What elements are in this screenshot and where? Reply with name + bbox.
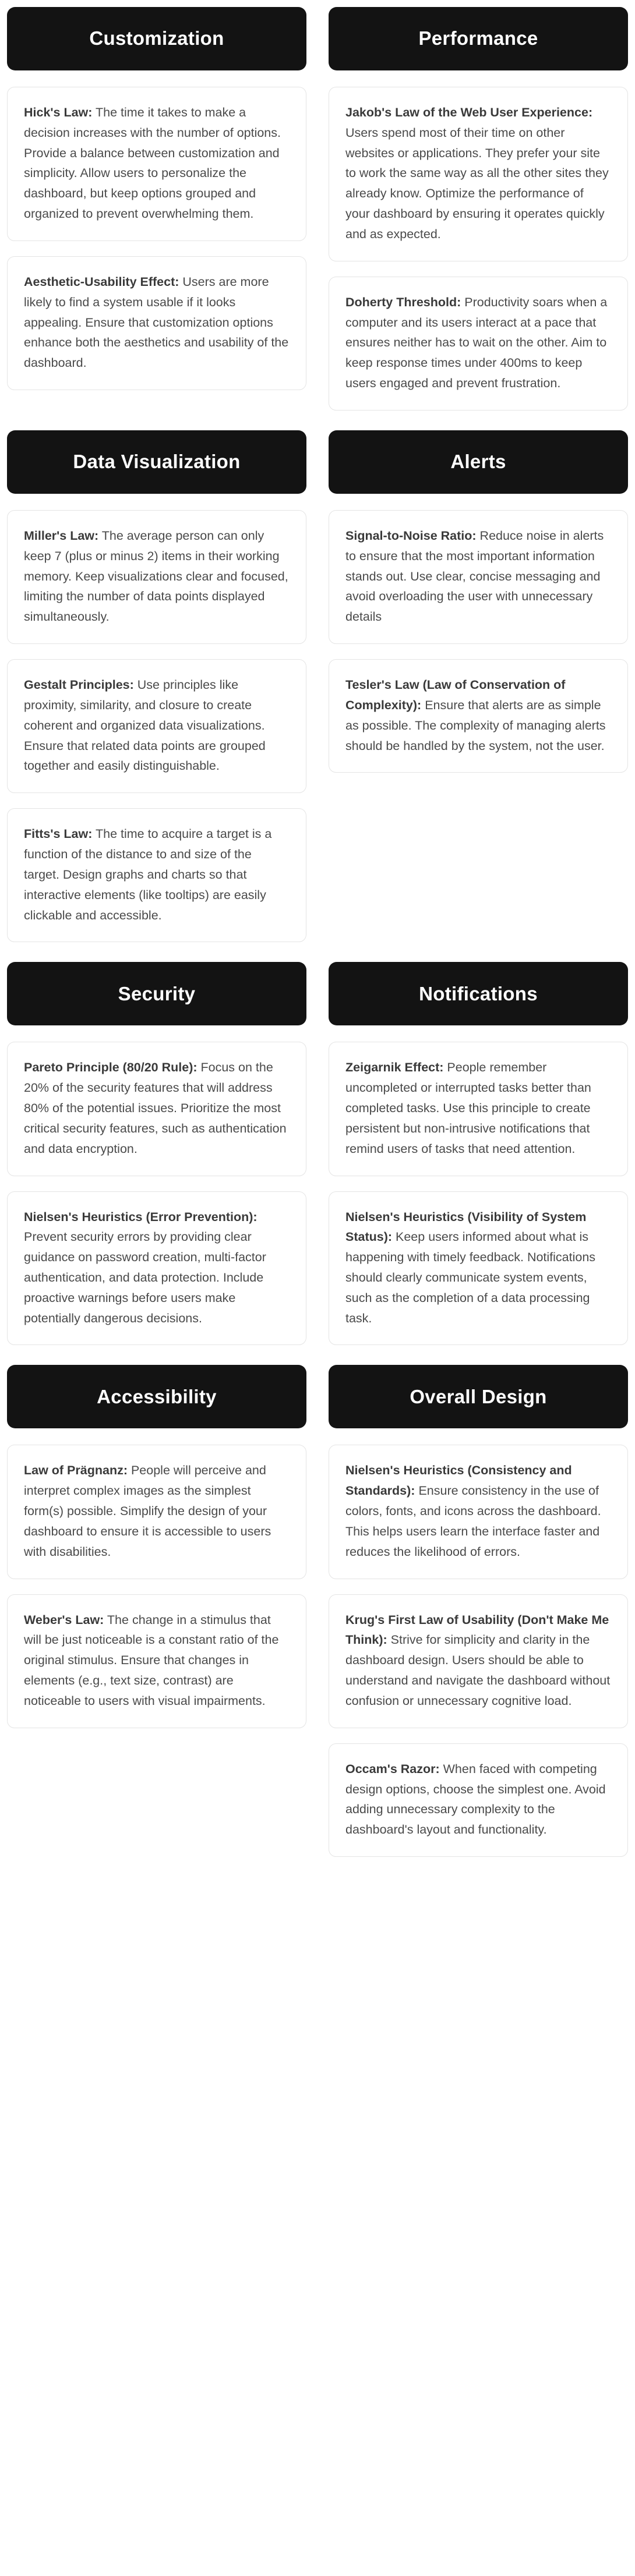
- law-card-text: Krug's First Law of Usability (Don't Mak…: [345, 1610, 611, 1711]
- law-card[interactable]: Jakob's Law of the Web User Experience: …: [329, 87, 628, 261]
- category-header[interactable]: Security: [7, 962, 306, 1026]
- law-description: Prevent security errors by providing cle…: [24, 1230, 266, 1325]
- law-card[interactable]: Gestalt Principles: Use principles like …: [7, 659, 306, 794]
- law-card-text: Law of Prägnanz: People will perceive an…: [24, 1460, 290, 1562]
- law-name: Occam's Razor:: [345, 1761, 440, 1776]
- section: Security Pareto Principle (80/20 Rule): F…: [7, 962, 628, 1346]
- category-header[interactable]: Alerts: [329, 430, 628, 494]
- law-description: Productivity soars when a computer and i…: [345, 295, 608, 391]
- law-card[interactable]: Weber's Law: The change in a stimulus th…: [7, 1594, 306, 1728]
- law-description: People will perceive and interpret compl…: [24, 1463, 271, 1559]
- law-name: Weber's Law:: [24, 1612, 104, 1627]
- law-description: The time it takes to make a decision inc…: [24, 105, 281, 221]
- category-column: Customization Hick's Law: The time it tak…: [7, 7, 306, 391]
- law-card[interactable]: Occam's Razor: When faced with competing…: [329, 1743, 628, 1857]
- section: Data Visualization Miller's Law: The aver…: [7, 430, 628, 943]
- category-header[interactable]: Notifications: [329, 962, 628, 1026]
- law-description: The change in a stimulus that will be ju…: [24, 1612, 279, 1708]
- law-name: Fitts's Law:: [24, 827, 93, 841]
- section: Accessibility Law of Prägnanz: People wil…: [7, 1365, 628, 1857]
- category-header[interactable]: Overall Design: [329, 1365, 628, 1429]
- law-description: Keep users informed about what is happen…: [345, 1230, 596, 1325]
- category-header-title: Performance: [418, 27, 538, 49]
- category-header-title: Notifications: [419, 982, 538, 1004]
- law-card-text: Doherty Threshold: Productivity soars wh…: [345, 292, 611, 394]
- law-name: Zeigarnik Effect:: [345, 1060, 444, 1075]
- law-card[interactable]: Law of Prägnanz: People will perceive an…: [7, 1445, 306, 1579]
- category-header-title: Overall Design: [410, 1385, 547, 1407]
- law-card-text: Nielsen's Heuristics (Visibility of Syst…: [345, 1207, 611, 1329]
- law-name: Aesthetic-Usability Effect:: [24, 274, 179, 289]
- law-card[interactable]: Doherty Threshold: Productivity soars wh…: [329, 276, 628, 411]
- law-name: Nielsen's Heuristics (Error Prevention):: [24, 1209, 257, 1224]
- law-card-text: Miller's Law: The average person can onl…: [24, 526, 290, 627]
- law-card-text: Nielsen's Heuristics (Consistency and St…: [345, 1460, 611, 1562]
- law-card-text: Nielsen's Heuristics (Error Prevention):…: [24, 1207, 290, 1329]
- law-card[interactable]: Signal-to-Noise Ratio: Reduce noise in a…: [329, 509, 628, 645]
- law-card[interactable]: Hick's Law: The time it takes to make a …: [7, 87, 306, 241]
- category-header-title: Accessibility: [97, 1385, 217, 1407]
- law-card[interactable]: Miller's Law: The average person can onl…: [7, 509, 306, 645]
- law-name: Hick's Law:: [24, 105, 93, 119]
- category-header[interactable]: Data Visualization: [7, 430, 306, 494]
- law-card-text: Zeigarnik Effect: People remember uncomp…: [345, 1057, 611, 1159]
- category-column: Overall Design Nielsen's Heuristics (Cons…: [329, 1365, 628, 1857]
- category-header-title: Data Visualization: [73, 451, 241, 473]
- section: Customization Hick's Law: The time it tak…: [7, 7, 628, 411]
- law-card[interactable]: Fitts's Law: The time to acquire a targe…: [7, 808, 306, 943]
- category-column: Performance Jakob's Law of the Web User E…: [329, 7, 628, 411]
- law-description: Reduce noise in alerts to ensure that th…: [345, 528, 604, 624]
- law-name: Miller's Law:: [24, 528, 99, 543]
- category-column: Accessibility Law of Prägnanz: People wil…: [7, 1365, 306, 1728]
- law-card-text: Aesthetic-Usability Effect: Users are mo…: [24, 272, 290, 373]
- law-card-text: Tesler's Law (Law of Conservation of Com…: [345, 675, 611, 756]
- category-header-title: Security: [118, 982, 196, 1004]
- law-card[interactable]: Krug's First Law of Usability (Don't Mak…: [329, 1594, 628, 1728]
- law-card-text: Occam's Razor: When faced with competing…: [345, 1759, 611, 1840]
- category-column: Notifications Zeigarnik Effect: People re…: [329, 962, 628, 1346]
- law-card-text: Signal-to-Noise Ratio: Reduce noise in a…: [345, 526, 611, 627]
- law-card[interactable]: Nielsen's Heuristics (Error Prevention):…: [7, 1191, 306, 1346]
- law-description: Users are more likely to find a system u…: [24, 274, 289, 370]
- law-description: Users spend most of their time on other …: [345, 125, 609, 241]
- law-card-text: Hick's Law: The time it takes to make a …: [24, 102, 290, 224]
- law-card[interactable]: Aesthetic-Usability Effect: Users are mo…: [7, 256, 306, 391]
- law-name: Law of Prägnanz:: [24, 1463, 128, 1478]
- law-card[interactable]: Tesler's Law (Law of Conservation of Com…: [329, 659, 628, 773]
- law-name: Signal-to-Noise Ratio:: [345, 528, 477, 543]
- law-card-text: Gestalt Principles: Use principles like …: [24, 675, 290, 776]
- law-name: Gestalt Principles:: [24, 678, 134, 692]
- category-header-title: Alerts: [450, 451, 506, 473]
- law-description: People remember uncompleted or interrupt…: [345, 1060, 591, 1156]
- category-column: Data Visualization Miller's Law: The aver…: [7, 430, 306, 943]
- law-card-text: Pareto Principle (80/20 Rule): Focus on …: [24, 1057, 290, 1159]
- category-column: Security Pareto Principle (80/20 Rule): F…: [7, 962, 306, 1346]
- law-description: The average person can only keep 7 (plus…: [24, 528, 288, 624]
- category-column: Alerts Signal-to-Noise Ratio: Reduce nois…: [329, 430, 628, 773]
- law-card[interactable]: Nielsen's Heuristics (Consistency and St…: [329, 1445, 628, 1579]
- category-header-title: Customization: [89, 27, 224, 49]
- law-description: Use principles like proximity, similarit…: [24, 678, 266, 773]
- ux-laws-board: Customization Hick's Law: The time it tak…: [0, 0, 635, 1867]
- law-card-text: Fitts's Law: The time to acquire a targe…: [24, 824, 290, 925]
- category-header[interactable]: Performance: [329, 7, 628, 70]
- law-description: The time to acquire a target is a functi…: [24, 827, 272, 922]
- category-header[interactable]: Customization: [7, 7, 306, 70]
- law-description: Focus on the 20% of the security feature…: [24, 1060, 287, 1156]
- law-card-text: Jakob's Law of the Web User Experience: …: [345, 102, 611, 245]
- law-card[interactable]: Nielsen's Heuristics (Visibility of Syst…: [329, 1191, 628, 1346]
- law-name: Doherty Threshold:: [345, 295, 461, 309]
- law-name: Pareto Principle (80/20 Rule):: [24, 1060, 197, 1075]
- law-card[interactable]: Zeigarnik Effect: People remember uncomp…: [329, 1042, 628, 1176]
- law-name: Jakob's Law of the Web User Experience:: [345, 105, 593, 119]
- law-card-text: Weber's Law: The change in a stimulus th…: [24, 1610, 290, 1711]
- category-header[interactable]: Accessibility: [7, 1365, 306, 1429]
- law-card[interactable]: Pareto Principle (80/20 Rule): Focus on …: [7, 1042, 306, 1176]
